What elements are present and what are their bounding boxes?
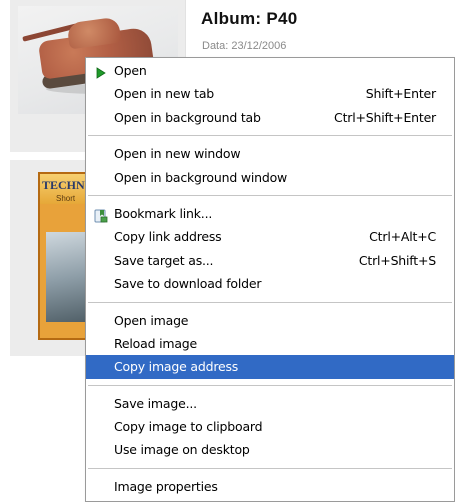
menu-item-copy-link-address[interactable]: Copy link address Ctrl+Alt+C [86, 225, 454, 248]
menu-section: Open Open in new tab Shift+Enter Open in ba… [86, 58, 454, 130]
menu-item-shortcut: Shift+Enter [365, 86, 436, 102]
menu-item-copy-image-address[interactable]: Copy image address [86, 355, 454, 379]
menu-item-label: Reload image [114, 335, 198, 351]
menu-item-copy-image-to-clipboard[interactable]: Copy image to clipboard [86, 415, 454, 438]
menu-item-label: Open in background window [114, 169, 288, 185]
menu-item-reload-image[interactable]: Reload image [86, 332, 454, 355]
menu-item-label: Copy image to clipboard [114, 419, 263, 435]
menu-separator [88, 135, 452, 137]
menu-item-label: Image properties [114, 478, 218, 494]
menu-item-shortcut: Ctrl+Alt+C [369, 229, 436, 245]
album-title[interactable]: Album: P40 [201, 9, 298, 29]
menu-item-save-target-as[interactable]: Save target as... Ctrl+Shift+S [86, 249, 454, 272]
menu-item-open-in-new-tab[interactable]: Open in new tab Shift+Enter [86, 82, 454, 105]
menu-item-open-in-background-tab[interactable]: Open in background tab Ctrl+Shift+Enter [86, 106, 454, 129]
menu-item-shortcut: Ctrl+Shift+Enter [334, 109, 436, 125]
menu-item-label: Open in new tab [114, 86, 215, 102]
menu-item-label: Use image on desktop [114, 442, 250, 458]
menu-section: Save image... Copy image to clipboard Use … [86, 391, 454, 463]
menu-item-image-properties[interactable]: Image properties [86, 475, 454, 498]
menu-item-label: Open [114, 63, 147, 78]
menu-item-open-image[interactable]: Open image [86, 309, 454, 332]
book-cover-title: TECHN [42, 178, 85, 192]
menu-item-label: Copy image address [114, 359, 239, 375]
menu-item-label: Save image... [114, 395, 197, 411]
menu-separator [88, 467, 452, 469]
menu-item-save-image[interactable]: Save image... [86, 392, 454, 415]
menu-separator [88, 301, 452, 303]
menu-item-open[interactable]: Open [86, 59, 454, 82]
menu-item-label: Save target as... [114, 252, 214, 268]
menu-section: Open in new window Open in background win… [86, 141, 454, 190]
menu-separator [88, 194, 452, 196]
green-arrow-icon [94, 64, 108, 79]
menu-item-label: Bookmark link... [114, 205, 213, 221]
menu-item-open-in-background-window[interactable]: Open in background window [86, 166, 454, 189]
menu-item-label: Save to download folder [114, 276, 262, 292]
menu-separator [88, 384, 452, 386]
menu-item-save-to-download-folder[interactable]: Save to download folder [86, 272, 454, 295]
menu-item-open-in-new-window[interactable]: Open in new window [86, 142, 454, 165]
menu-item-label: Open in new window [114, 146, 241, 162]
album-date: Data: 23/12/2006 [202, 40, 287, 52]
context-menu: Open Open in new tab Shift+Enter Open in ba… [85, 57, 455, 502]
menu-item-use-image-on-desktop[interactable]: Use image on desktop [86, 438, 454, 461]
menu-item-bookmark-link[interactable]: Bookmark link... [86, 202, 454, 225]
book-cover-subtitle: Short [56, 194, 76, 203]
menu-item-label: Open image [114, 312, 189, 328]
menu-item-label: Copy link address [114, 229, 222, 245]
menu-section: Open image Reload image Copy image address [86, 308, 454, 380]
menu-section: Image properties [86, 474, 454, 499]
menu-item-label: Open in background tab [114, 109, 261, 125]
menu-item-shortcut: Ctrl+Shift+S [358, 252, 436, 268]
menu-section: Bookmark link... Copy link address Ctrl+Al… [86, 201, 454, 297]
bookmark-icon [94, 207, 108, 223]
